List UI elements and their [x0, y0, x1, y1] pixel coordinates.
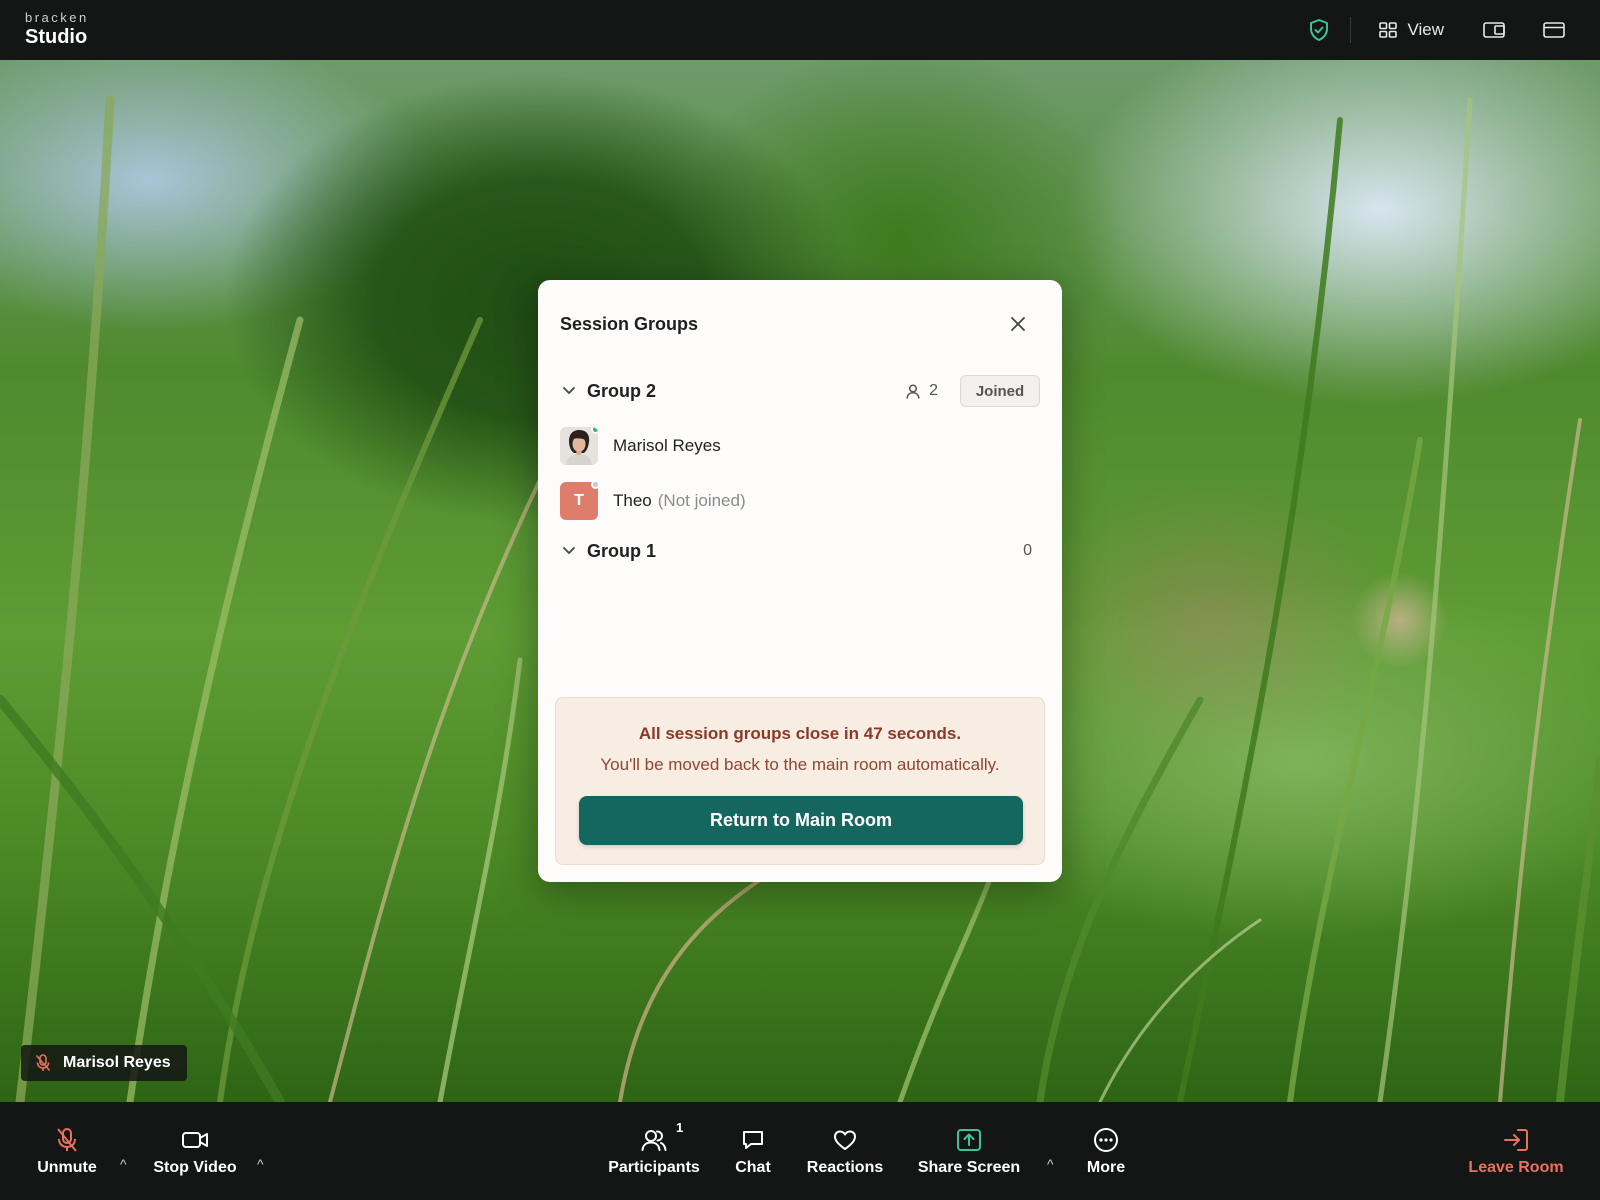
session-groups-dialog: Session Groups Group 2 2 Joined Marisol … — [538, 280, 1062, 882]
brand-small-text: bracken — [25, 10, 89, 25]
top-divider — [1350, 17, 1352, 43]
chevron-down-icon[interactable] — [560, 542, 578, 560]
close-icon[interactable] — [1008, 314, 1028, 334]
grid-view-icon — [1379, 22, 1398, 38]
share-screen-button[interactable]: Share Screen — [916, 1102, 1022, 1200]
online-status-dot — [591, 427, 598, 434]
chat-bubble-icon — [741, 1127, 765, 1153]
member-status-note: (Not joined) — [657, 491, 746, 510]
group-member-count: 0 — [1023, 542, 1032, 560]
group-meta: 2 Joined — [906, 375, 1040, 407]
person-icon — [906, 383, 920, 399]
video-options-caret[interactable]: ^ — [257, 1156, 264, 1172]
video-name-tag: Marisol Reyes — [21, 1045, 187, 1081]
avatar: T — [560, 480, 600, 520]
name-tag-text: Marisol Reyes — [63, 1054, 171, 1071]
meeting-toolbar: Unmute ^ Stop Video ^ Participants 1 Cha… — [0, 1102, 1600, 1200]
top-bar: bracken Studio View — [0, 0, 1600, 60]
participants-label: Participants — [608, 1159, 700, 1176]
leave-room-label: Leave Room — [1468, 1159, 1564, 1176]
member-name: Marisol Reyes — [613, 436, 721, 455]
share-options-caret[interactable]: ^ — [1047, 1156, 1054, 1172]
leave-room-button[interactable]: Leave Room — [1468, 1102, 1564, 1200]
participants-count-badge: 1 — [676, 1120, 684, 1135]
offline-status-dot — [591, 480, 600, 489]
more-button[interactable]: More — [1085, 1102, 1127, 1200]
group-name: Group 1 — [587, 540, 657, 561]
more-options-icon — [1093, 1127, 1119, 1153]
avatar — [560, 427, 598, 465]
leave-arrow-icon — [1503, 1127, 1529, 1153]
share-screen-label: Share Screen — [917, 1159, 1021, 1176]
notice-title: All session groups close in 47 seconds. — [638, 724, 962, 743]
member-name: Theo — [613, 491, 652, 510]
group-row-group-2[interactable]: Group 2 2 Joined — [560, 375, 1040, 407]
stop-video-button[interactable]: Stop Video — [150, 1102, 240, 1200]
unmute-button[interactable]: Unmute — [28, 1102, 106, 1200]
participants-button[interactable]: Participants — [606, 1102, 702, 1200]
chat-label: Chat — [735, 1159, 771, 1176]
muted-mic-icon — [56, 1127, 78, 1153]
more-label: More — [1086, 1159, 1126, 1176]
share-screen-icon — [956, 1127, 982, 1153]
participants-icon — [641, 1127, 667, 1153]
closing-notice: All session groups close in 47 seconds. … — [555, 697, 1045, 865]
unmute-label: Unmute — [37, 1159, 97, 1176]
audio-options-caret[interactable]: ^ — [120, 1156, 127, 1172]
group-row-group-1[interactable]: Group 1 0 — [560, 536, 1040, 566]
fullscreen-icon[interactable] — [1542, 18, 1566, 42]
joined-status-badge[interactable]: Joined — [960, 375, 1040, 407]
dialog-title: Session Groups — [560, 314, 699, 334]
avatar-initial: T — [574, 492, 584, 509]
list-item-member: Marisol Reyes — [560, 427, 721, 465]
stop-video-label: Stop Video — [153, 1159, 237, 1176]
group-meta: 0 — [1023, 542, 1032, 560]
group-name: Group 2 — [587, 380, 657, 401]
meeting-app: bracken Studio View Marisol Reyes Sessio… — [0, 0, 1600, 1200]
security-shield-icon[interactable] — [1308, 19, 1330, 41]
chevron-down-icon[interactable] — [560, 382, 578, 400]
group-member-count: 2 — [906, 382, 938, 400]
group-count-value: 0 — [1023, 542, 1032, 559]
video-camera-icon — [181, 1127, 209, 1153]
list-item-member: T Theo (Not joined) — [560, 480, 746, 520]
return-to-main-room-button[interactable]: Return to Main Room — [579, 796, 1023, 845]
reactions-button[interactable]: Reactions — [802, 1102, 888, 1200]
muted-mic-icon — [35, 1054, 51, 1072]
chat-button[interactable]: Chat — [728, 1102, 778, 1200]
top-actions: View — [1308, 0, 1600, 60]
brand-logo: bracken Studio — [25, 11, 89, 49]
view-label: View — [1407, 20, 1444, 39]
group-count-value: 2 — [929, 382, 938, 399]
heart-icon — [833, 1127, 857, 1153]
brand-name: Studio — [25, 26, 88, 48]
reactions-label: Reactions — [806, 1159, 884, 1176]
view-button[interactable]: View — [1379, 20, 1444, 40]
picture-in-picture-icon[interactable] — [1482, 18, 1506, 42]
notice-subtitle: You'll be moved back to the main room au… — [600, 755, 1000, 774]
